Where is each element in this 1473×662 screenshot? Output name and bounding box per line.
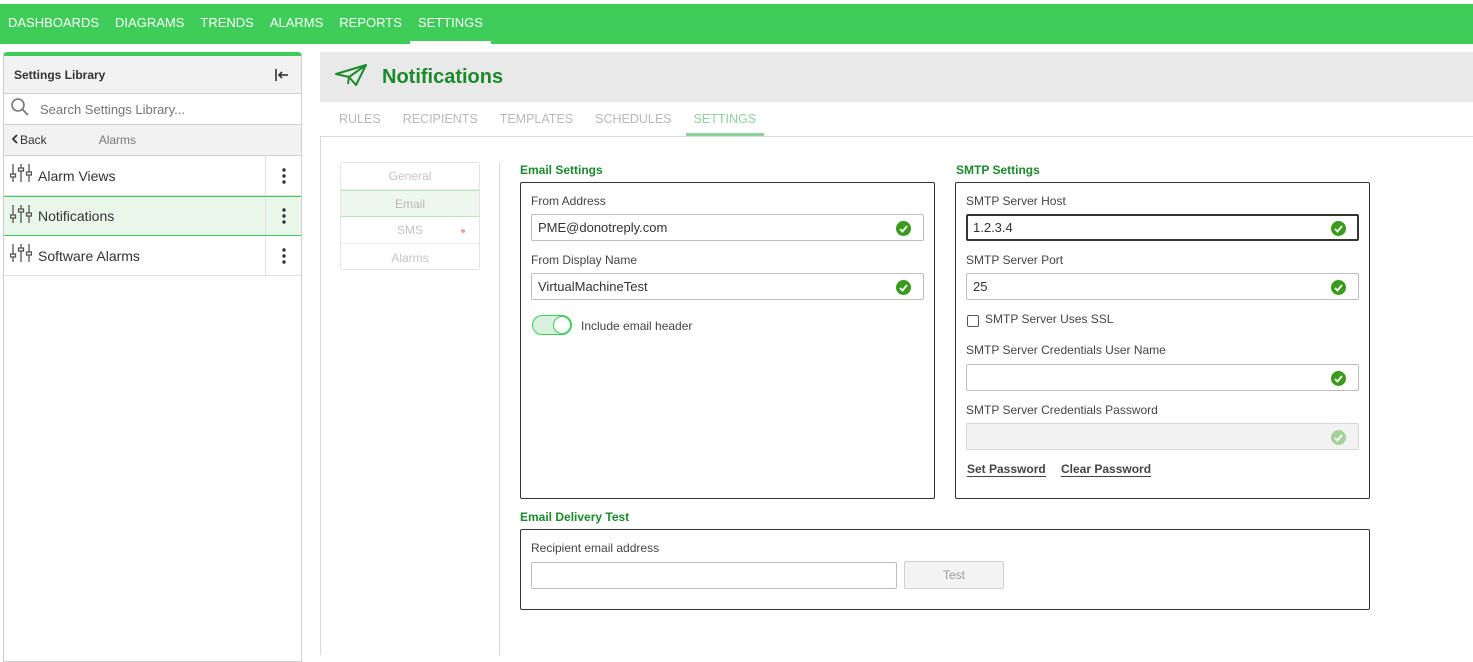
valid-check-icon <box>1331 280 1346 295</box>
nav-settings[interactable]: SETTINGS <box>409 4 491 44</box>
smtp-user-field[interactable] <box>966 364 1359 391</box>
smtp-user-label: SMTP Server Credentials User Name <box>966 343 1166 357</box>
from-display-label: From Display Name <box>531 253 638 267</box>
valid-check-icon <box>1331 221 1346 236</box>
sidebar-search <box>4 94 301 125</box>
nav-reports[interactable]: REPORTS <box>331 4 410 40</box>
settings-subnav: General Email SMS Alarms <box>340 162 480 270</box>
recipient-email-label: Recipient email address <box>531 541 660 555</box>
sidebar-item-software-alarms[interactable]: Software Alarms <box>4 236 301 276</box>
tab-schedules[interactable]: SCHEDULES <box>587 102 679 136</box>
top-nav: DASHBOARDS DIAGRAMS TRENDS ALARMS REPORT… <box>0 4 1473 44</box>
smtp-password-label: SMTP Server Credentials Password <box>966 403 1158 417</box>
test-button[interactable]: Test <box>904 561 1004 589</box>
toggle-knob <box>553 316 571 334</box>
sidebar-item-label: Notifications <box>38 208 115 224</box>
include-email-header-toggle[interactable] <box>532 315 572 335</box>
tab-bar: RULES RECIPIENTS TEMPLATES SCHEDULES SET… <box>320 102 1473 137</box>
sliders-icon <box>9 204 33 229</box>
smtp-host-label: SMTP Server Host <box>966 194 1066 208</box>
settings-library-sidebar: Settings Library Back Alarms Alarm Views <box>3 52 302 662</box>
warning-dot-icon <box>461 229 465 233</box>
smtp-port-field[interactable]: 25 <box>966 273 1359 300</box>
sidebar-item-alarm-views[interactable]: Alarm Views <box>4 156 301 196</box>
chevron-left-icon <box>10 133 20 148</box>
from-address-field[interactable]: PME@donotreply.com <box>531 214 924 241</box>
kebab-menu-icon[interactable] <box>265 197 301 235</box>
tab-rules[interactable]: RULES <box>331 102 389 136</box>
tab-recipients[interactable]: RECIPIENTS <box>395 102 486 136</box>
include-email-header-label: Include email header <box>581 319 693 333</box>
sidebar-item-label: Alarm Views <box>38 167 116 184</box>
sidebar-back-row: Back Alarms <box>4 125 301 156</box>
valid-check-icon <box>896 221 911 236</box>
valid-check-icon <box>896 280 911 295</box>
sidebar-item-label: Software Alarms <box>38 247 140 264</box>
sliders-icon <box>9 163 33 188</box>
paper-plane-icon <box>334 63 368 92</box>
clear-password-link[interactable]: Clear Password <box>1061 462 1152 477</box>
content-divider <box>499 162 500 655</box>
kebab-menu-icon[interactable] <box>265 236 301 275</box>
valid-check-icon <box>1331 371 1346 386</box>
smtp-host-value: 1.2.3.4 <box>973 220 1013 235</box>
tab-settings[interactable]: SETTINGS <box>685 102 765 136</box>
nav-diagrams[interactable]: DIAGRAMS <box>107 4 192 40</box>
nav-dashboards[interactable]: DASHBOARDS <box>0 4 107 40</box>
from-address-value: PME@donotreply.com <box>538 220 668 235</box>
subnav-sms-label: SMS <box>396 223 423 237</box>
valid-check-icon <box>1331 430 1346 445</box>
smtp-settings-title: SMTP Settings <box>956 163 1040 177</box>
subnav-email[interactable]: Email <box>341 190 479 217</box>
recipient-email-field[interactable] <box>531 562 897 589</box>
sidebar-header: Settings Library <box>4 56 301 94</box>
search-icon <box>10 97 30 122</box>
subnav-sms[interactable]: SMS <box>341 217 479 244</box>
back-label: Back <box>20 133 47 147</box>
smtp-ssl-checkbox[interactable] <box>967 315 979 327</box>
from-display-value: VirtualMachineTest <box>538 279 648 294</box>
delivery-test-title: Email Delivery Test <box>520 510 630 524</box>
smtp-host-field[interactable]: 1.2.3.4 <box>966 214 1359 241</box>
breadcrumb: Alarms <box>98 133 137 147</box>
sidebar-item-notifications[interactable]: Notifications <box>4 196 301 236</box>
subnav-alarms[interactable]: Alarms <box>341 244 479 271</box>
sliders-icon <box>9 243 33 268</box>
from-address-label: From Address <box>531 194 606 208</box>
set-password-link[interactable]: Set Password <box>967 462 1046 477</box>
nav-trends[interactable]: TRENDS <box>192 4 261 40</box>
from-display-field[interactable]: VirtualMachineTest <box>531 273 924 300</box>
sidebar-title: Settings Library <box>14 67 106 82</box>
page-header: Notifications <box>320 52 1473 102</box>
smtp-port-label: SMTP Server Port <box>966 253 1064 267</box>
nav-alarms[interactable]: ALARMS <box>262 4 331 40</box>
smtp-ssl-label: SMTP Server Uses SSL <box>985 312 1114 326</box>
kebab-menu-icon[interactable] <box>265 156 301 195</box>
email-settings-title: Email Settings <box>520 163 603 177</box>
smtp-password-field <box>966 423 1359 450</box>
search-input[interactable] <box>40 101 280 117</box>
smtp-port-value: 25 <box>973 279 988 294</box>
collapse-sidebar-icon[interactable] <box>273 66 291 84</box>
page-title: Notifications <box>382 65 504 88</box>
subnav-general[interactable]: General <box>341 163 479 190</box>
content-left-border <box>320 137 321 655</box>
back-button[interactable]: Back <box>10 133 47 148</box>
tab-templates[interactable]: TEMPLATES <box>492 102 581 136</box>
